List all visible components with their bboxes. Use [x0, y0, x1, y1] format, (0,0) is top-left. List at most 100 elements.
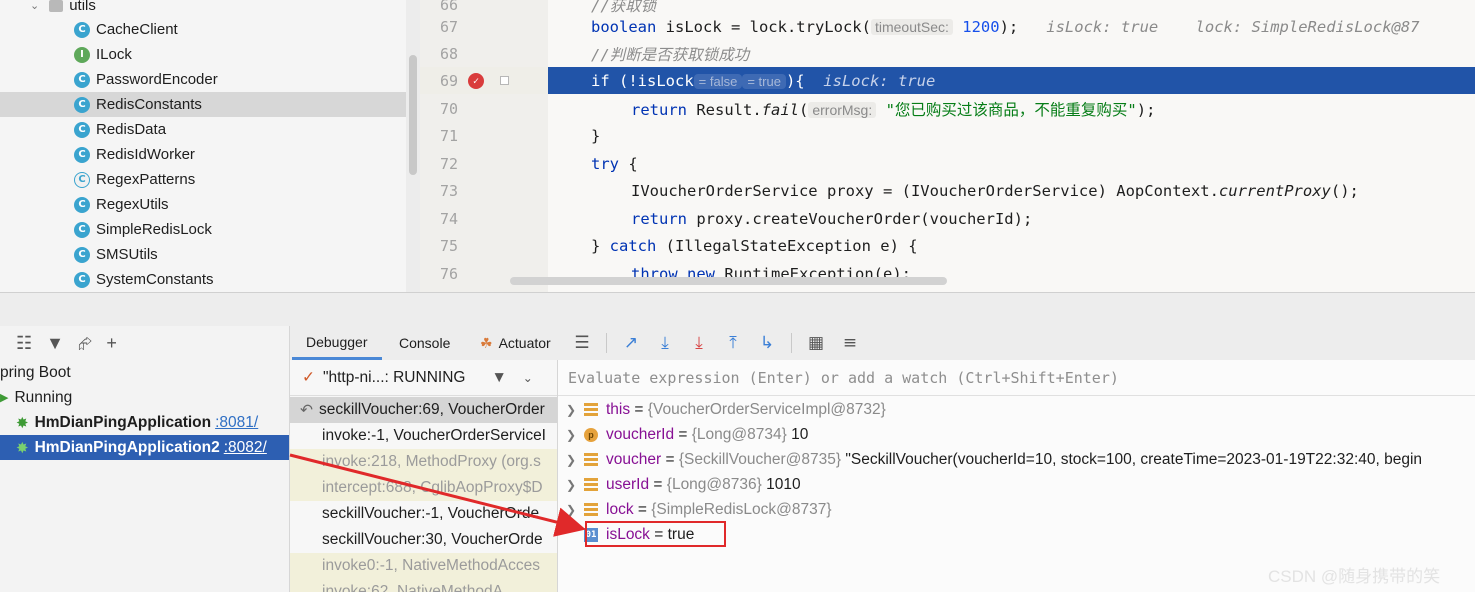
field-icon	[584, 402, 598, 417]
evaluate-expression-input[interactable]: Evaluate expression (Enter) or add a wat…	[558, 360, 1475, 396]
service-app-8082-selected[interactable]: ✸ HmDianPingApplication2 :8082/	[0, 435, 289, 460]
tree-scrollbar[interactable]	[406, 0, 420, 292]
code-fragment: {	[619, 154, 638, 173]
add-icon[interactable]: +	[106, 333, 117, 354]
code-line-72[interactable]: 72 try {	[420, 150, 1475, 177]
service-port-link[interactable]: :8081/	[215, 414, 258, 432]
chevron-right-icon[interactable]: ❯	[558, 428, 584, 442]
tree-item[interactable]: C SMSUtils	[0, 242, 406, 267]
tree-item[interactable]: C SimpleRedisLock	[0, 217, 406, 242]
class-icon: C	[74, 171, 90, 188]
stack-frame[interactable]: invoke:218, MethodProxy (org.s	[290, 449, 557, 475]
code-line-70[interactable]: 70 return Result.fail(errorMsg: "您已购买过该商…	[420, 95, 1475, 122]
service-app-name: HmDianPingApplication2	[34, 438, 220, 456]
breakpoint-icon[interactable]: ✓	[468, 73, 484, 89]
group-by-icon[interactable]: ☷	[16, 333, 32, 354]
stack-frame[interactable]: seckillVoucher:-1, VoucherOrde	[290, 501, 557, 527]
stack-frame[interactable]: seckillVoucher:30, VoucherOrde	[290, 527, 557, 553]
class-icon: C	[74, 271, 90, 288]
code-line-73[interactable]: 73 IVoucherOrderService proxy = (IVouche…	[420, 177, 1475, 204]
tree-item-label: RedisConstants	[96, 96, 202, 113]
line-number: 67	[439, 17, 458, 36]
evaluate-expression-icon[interactable]: ▦	[806, 333, 826, 353]
code-line-74[interactable]: 74 return proxy.createVoucherOrder(vouch…	[420, 205, 1475, 232]
tree-item[interactable]: C RedisData	[0, 117, 406, 142]
keyword: catch	[609, 236, 657, 255]
tab-label: Console	[399, 335, 451, 351]
tree-item[interactable]: C RedisIdWorker	[0, 142, 406, 167]
stack-frame[interactable]: ↶ seckillVoucher:69, VoucherOrder	[290, 397, 557, 423]
force-step-into-icon[interactable]: ⤓	[689, 333, 709, 353]
variable-value: "SeckillVoucher(voucherId=10, stock=100,…	[845, 450, 1423, 468]
services-root[interactable]: pring Boot	[0, 360, 289, 385]
editor-horizontal-scrollbar[interactable]	[510, 277, 947, 285]
step-out-icon[interactable]: ⤒	[723, 333, 743, 353]
variable-row[interactable]: ❯ voucher = {SeckillVoucher@8735} "Seckil…	[558, 447, 1475, 472]
stack-frame[interactable]: invoke0:-1, NativeMethodAcces	[290, 553, 557, 579]
code-line-69-current[interactable]: 69 ✓ if (!isLock = false = true){ isLock: …	[420, 67, 1475, 94]
tree-scroll-thumb[interactable]	[409, 55, 417, 175]
fold-icon[interactable]	[500, 76, 509, 85]
code-text: return Result.fail(errorMsg: "您已购买过该商品，不…	[631, 98, 1155, 120]
run-to-cursor-icon[interactable]: ↳	[757, 333, 777, 353]
debug-bug-icon: ✸	[16, 414, 29, 432]
stack-frame-label: intercept:688, CglibAopProxy$D	[322, 479, 543, 496]
tree-item[interactable]: I ILock	[0, 42, 406, 67]
tree-item[interactable]: C CacheClient	[0, 17, 406, 42]
number-literal: 1200	[962, 17, 1000, 36]
tree-item[interactable]: C RegexPatterns	[0, 167, 406, 192]
code-line-71[interactable]: 71 }	[420, 122, 1475, 149]
tree-item-label: RedisData	[96, 121, 167, 138]
services-running-group[interactable]: ▶ Running	[0, 385, 289, 410]
service-port-link[interactable]: :8082/	[224, 439, 267, 457]
variable-type: {SimpleRedisLock@8737}	[651, 500, 832, 518]
code-fragment: ();	[1330, 181, 1359, 200]
code-fragment: proxy.createVoucherOrder(voucherId);	[687, 209, 1033, 228]
actuator-icon: ☘	[480, 334, 493, 351]
chevron-right-icon[interactable]: ❯	[558, 453, 584, 467]
tree-item[interactable]: C RegexUtils	[0, 192, 406, 217]
gutter-cell: 69 ✓	[420, 67, 548, 94]
chevron-down-icon[interactable]: ⌄	[523, 371, 533, 385]
new-service-icon[interactable]: ⮳	[78, 333, 92, 354]
chevron-down-icon[interactable]: ⌄	[30, 0, 39, 12]
inline-debug-value: isLock: true lock: SimpleRedisLock@87	[1018, 17, 1420, 36]
code-line-75[interactable]: 75 } catch (IllegalStateException e) {	[420, 232, 1475, 259]
stack-frame[interactable]: intercept:688, CglibAopProxy$D	[290, 475, 557, 501]
filter-icon[interactable]: ▼	[491, 369, 506, 387]
tab-console[interactable]: Console	[385, 326, 464, 360]
chevron-right-icon[interactable]: ❯	[558, 503, 584, 517]
service-app-8081[interactable]: ✸ HmDianPingApplication :8081/	[0, 410, 289, 435]
variable-name: voucherId	[606, 425, 675, 443]
tree-item-selected[interactable]: C RedisConstants	[0, 92, 406, 117]
method-name: fail	[761, 100, 799, 119]
chevron-right-icon[interactable]: ❯	[558, 403, 584, 417]
tree-item[interactable]: C SystemConstants	[0, 267, 406, 292]
thread-selector[interactable]: ✓ "http-ni...: RUNNING ▼ ⌄	[290, 360, 557, 396]
tree-item[interactable]: C PasswordEncoder	[0, 67, 406, 92]
variable-row[interactable]: ❯ lock = {SimpleRedisLock@8737}	[558, 497, 1475, 522]
keyword: if	[591, 71, 610, 90]
code-line-67[interactable]: 67 boolean isLock = lock.tryLock(timeout…	[420, 13, 1475, 40]
code-editor[interactable]: 66 //获取锁 67 boolean isLock = lock.tryLoc…	[420, 0, 1475, 292]
code-fragment: IVoucherOrderService proxy = (IVoucherOr…	[631, 181, 1219, 200]
show-execution-point-icon[interactable]: ↗	[621, 333, 641, 353]
filter-icon[interactable]: ▼	[46, 333, 64, 354]
step-over-icon[interactable]: ⤓	[655, 333, 675, 353]
variable-row[interactable]: ❯ userId = {Long@8736} 1010	[558, 472, 1475, 497]
variable-name: lock	[606, 500, 634, 518]
stack-frame[interactable]: invoke:-1, VoucherOrderServiceI	[290, 423, 557, 449]
stack-frame[interactable]: invoke:62, NativeMethodA	[290, 579, 557, 592]
code-line-68[interactable]: 68 //判断是否获取锁成功	[420, 40, 1475, 67]
trace-icon[interactable]: ≡	[840, 333, 860, 353]
services-panel: ☷ ▼ ⮳ + pring Boot ▶ Running ✸ HmDianPin…	[0, 326, 290, 592]
chevron-right-icon[interactable]: ❯	[558, 478, 584, 492]
tab-debugger[interactable]: Debugger	[292, 326, 382, 360]
tab-actuator[interactable]: ☘ Actuator	[466, 326, 565, 360]
menu-icon[interactable]: ☰	[572, 333, 592, 353]
keyword: return	[631, 209, 687, 228]
code-fragment: (IllegalStateException e) {	[656, 236, 918, 255]
tree-package-utils[interactable]: ⌄ utils	[0, 0, 406, 18]
variable-row[interactable]: ❯ p voucherId = {Long@8734} 10	[558, 422, 1475, 447]
variable-row[interactable]: ❯ this = {VoucherOrderServiceImpl@8732}	[558, 397, 1475, 422]
